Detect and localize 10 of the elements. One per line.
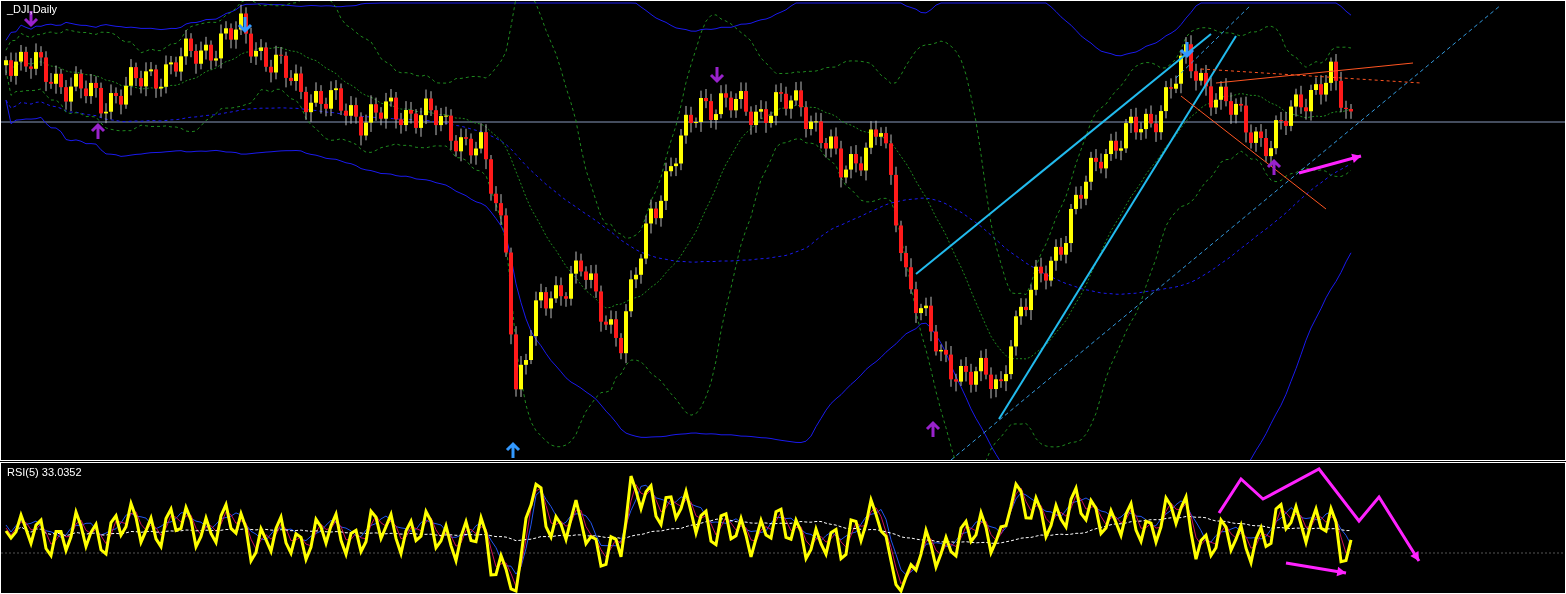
down-arrow-icon: [1179, 40, 1195, 59]
up-arrow-icon: [505, 441, 521, 460]
up-arrow-icon: [1266, 158, 1282, 177]
down-arrow-icon: [709, 65, 725, 84]
up-arrow-icon: [925, 420, 941, 439]
up-arrow-icon: [90, 122, 106, 141]
down-arrow-icon: [237, 15, 253, 34]
symbol-label: _DJI,Daily: [7, 4, 58, 15]
rsi-label: RSI(5) 33.0352: [7, 467, 82, 478]
pointer-arrow: [1298, 153, 1362, 175]
